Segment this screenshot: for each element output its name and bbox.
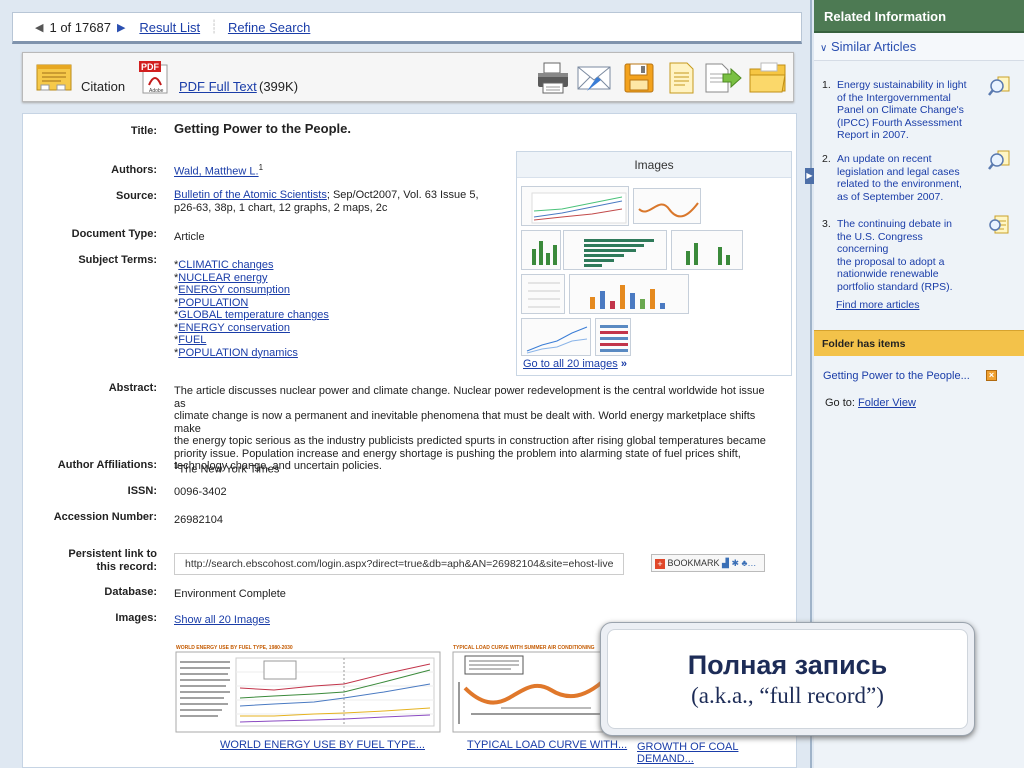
image-caption-link[interactable]: WORLD ENERGY USE BY FUEL TYPE... bbox=[220, 739, 425, 751]
document-type-label: Document Type: bbox=[71, 228, 157, 240]
subject-term[interactable]: *ENERGY conservation bbox=[174, 322, 329, 335]
source-details: ; Sep/Oct2007, Vol. 63 Issue 5, bbox=[326, 189, 479, 201]
find-more-articles-link[interactable]: Find more articles bbox=[836, 299, 919, 311]
source-details-2: p26-63, 38p, 1 chart, 12 graphs, 2 maps,… bbox=[174, 201, 388, 214]
image-thumbnail[interactable] bbox=[521, 230, 561, 270]
result-navigation-bar: ◀ 1 of 17687 ▶ Result List ┊ Refine Sear… bbox=[12, 12, 802, 44]
adobe-badge-text: Adobe bbox=[149, 88, 164, 94]
issn-label: ISSN: bbox=[127, 485, 157, 497]
bookmark-label: BOOKMARK bbox=[667, 558, 720, 568]
bookmark-button[interactable]: + BOOKMARK ▟ ✱ ♣… bbox=[651, 554, 765, 572]
caption-subtitle: (a.k.a., “full record”) bbox=[691, 683, 884, 708]
pdf-icon[interactable]: PDF Adobe bbox=[137, 59, 173, 95]
citation-icon[interactable] bbox=[35, 62, 73, 92]
source-journal-link[interactable]: Bulletin of the Atomic Scientists bbox=[174, 189, 327, 201]
image-thumbnail[interactable] bbox=[563, 230, 667, 270]
image-thumbnail-load-curve[interactable]: TYPICAL LOAD CURVE WITH SUMMER AIR CONDI… bbox=[451, 644, 619, 734]
accession-number-label: Accession Number: bbox=[53, 511, 157, 523]
save-icon[interactable] bbox=[623, 61, 655, 95]
image-thumbnail[interactable] bbox=[633, 188, 701, 224]
title-label: Title: bbox=[130, 125, 157, 137]
pdf-size: (399K) bbox=[259, 79, 299, 94]
author-link[interactable]: Wald, Matthew L. bbox=[174, 166, 259, 178]
related-information-heading: Related Information bbox=[814, 0, 1024, 33]
image-thumbnail[interactable] bbox=[521, 186, 629, 226]
double-chevron-right-icon: » bbox=[620, 358, 627, 370]
record-toolbar: Citation PDF Adobe PDF Full Text (399K) bbox=[22, 52, 794, 102]
image-caption-link[interactable]: GROWTH OF COAL DEMAND... bbox=[637, 741, 796, 765]
authors-label: Authors: bbox=[111, 164, 157, 176]
database-label: Database: bbox=[104, 586, 157, 598]
collapse-sidebar-arrow-icon[interactable]: ▶ bbox=[805, 168, 814, 184]
divider: ┊ bbox=[210, 19, 218, 34]
record-title: Getting Power to the People. bbox=[174, 121, 351, 136]
citation-label[interactable]: Citation bbox=[81, 79, 125, 94]
refine-search-link[interactable]: Refine Search bbox=[228, 20, 310, 35]
similar-article-item[interactable]: 3. The continuing debate in the U.S. Cong… bbox=[822, 215, 1022, 293]
go-to-all-images-link[interactable]: Go to all 20 images bbox=[523, 358, 618, 370]
accession-number-value: 26982104 bbox=[174, 514, 223, 526]
image-thumbnail[interactable] bbox=[521, 274, 565, 314]
result-count: of 17687 bbox=[60, 19, 111, 35]
folder-view-link[interactable]: Folder View bbox=[858, 397, 916, 409]
subject-term[interactable]: *GLOBAL temperature changes bbox=[174, 309, 329, 322]
images-panel: Images Go to all 20 images » bbox=[516, 151, 792, 376]
subject-terms-list: *CLIMATIC changes *NUCLEAR energy *ENERG… bbox=[174, 259, 329, 359]
database-value: Environment Complete bbox=[174, 588, 286, 600]
subject-term[interactable]: *FUEL bbox=[174, 334, 329, 347]
slide-caption-box: Полная запись (a.k.a., “full record”) bbox=[600, 622, 975, 736]
caption-title: Полная запись bbox=[687, 650, 888, 680]
subject-term[interactable]: *NUCLEAR energy bbox=[174, 272, 329, 285]
image-caption-link[interactable]: TYPICAL LOAD CURVE WITH... bbox=[467, 739, 627, 751]
abstract-label: Abstract: bbox=[108, 382, 157, 394]
document-preview-icon[interactable] bbox=[988, 214, 1010, 236]
export-document-icon[interactable] bbox=[665, 61, 697, 95]
share-services-icon: ▟ ✱ ♣… bbox=[722, 558, 757, 568]
result-list-link[interactable]: Result List bbox=[139, 20, 200, 35]
magnifier-preview-icon[interactable] bbox=[988, 149, 1010, 171]
image-thumbnail[interactable] bbox=[671, 230, 743, 270]
image-thumbnail[interactable] bbox=[521, 318, 591, 356]
go-to-label: Go to: bbox=[825, 397, 855, 409]
persistent-link-label: Persistent link to this record: bbox=[68, 548, 157, 573]
subject-term[interactable]: *POPULATION dynamics bbox=[174, 347, 329, 360]
author-superscript: 1 bbox=[258, 163, 264, 172]
previous-result-icon[interactable]: ◀ bbox=[35, 21, 43, 34]
subject-terms-label: Subject Terms: bbox=[78, 254, 157, 266]
subject-term[interactable]: *POPULATION bbox=[174, 297, 329, 310]
image-thumbnail-world-energy[interactable]: WORLD ENERGY USE BY FUEL TYPE, 1980-2030 bbox=[174, 644, 442, 734]
folder-item-link[interactable]: Getting Power to the People... bbox=[823, 370, 970, 382]
chevron-down-icon: ∨ bbox=[820, 43, 828, 54]
next-result-icon[interactable]: ▶ bbox=[117, 21, 125, 34]
folder-icon[interactable] bbox=[747, 57, 789, 97]
pdf-full-text-link[interactable]: PDF Full Text bbox=[179, 79, 257, 94]
image-thumbnail[interactable] bbox=[569, 274, 689, 314]
show-all-images-link[interactable]: Show all 20 Images bbox=[174, 614, 270, 627]
current-position: 1 bbox=[49, 19, 57, 35]
persistent-link-field[interactable]: http://search.ebscohost.com/login.aspx?d… bbox=[174, 553, 624, 575]
magnifier-preview-icon[interactable] bbox=[988, 75, 1010, 97]
similar-article-item[interactable]: 2. An update on recent legislation and le… bbox=[822, 150, 1022, 205]
image-thumbnail[interactable] bbox=[595, 318, 631, 356]
document-type-value: Article bbox=[174, 231, 205, 243]
subject-term[interactable]: *CLIMATIC changes bbox=[174, 259, 329, 272]
source-label: Source: bbox=[116, 190, 157, 202]
folder-heading: Folder has items bbox=[814, 330, 1024, 356]
similar-articles-toggle[interactable]: ∨ Similar Articles bbox=[814, 33, 1024, 61]
affiliation-value: The New York Times bbox=[178, 463, 280, 476]
add-to-folder-arrow-icon[interactable] bbox=[703, 61, 743, 95]
pdf-badge-text: PDF bbox=[141, 62, 160, 72]
remove-from-folder-icon[interactable]: × bbox=[986, 370, 997, 381]
images-panel-heading: Images bbox=[517, 152, 791, 178]
print-icon[interactable] bbox=[535, 61, 571, 95]
email-icon[interactable] bbox=[575, 61, 613, 95]
images-label: Images: bbox=[115, 612, 157, 624]
similar-article-item[interactable]: 1. Energy sustainability in light of the … bbox=[822, 76, 1022, 143]
author-affiliations-label: Author Affiliations: bbox=[57, 459, 157, 471]
issn-value: 0096-3402 bbox=[174, 486, 227, 498]
subject-term[interactable]: *ENERGY consumption bbox=[174, 284, 329, 297]
plus-icon: + bbox=[655, 558, 665, 569]
